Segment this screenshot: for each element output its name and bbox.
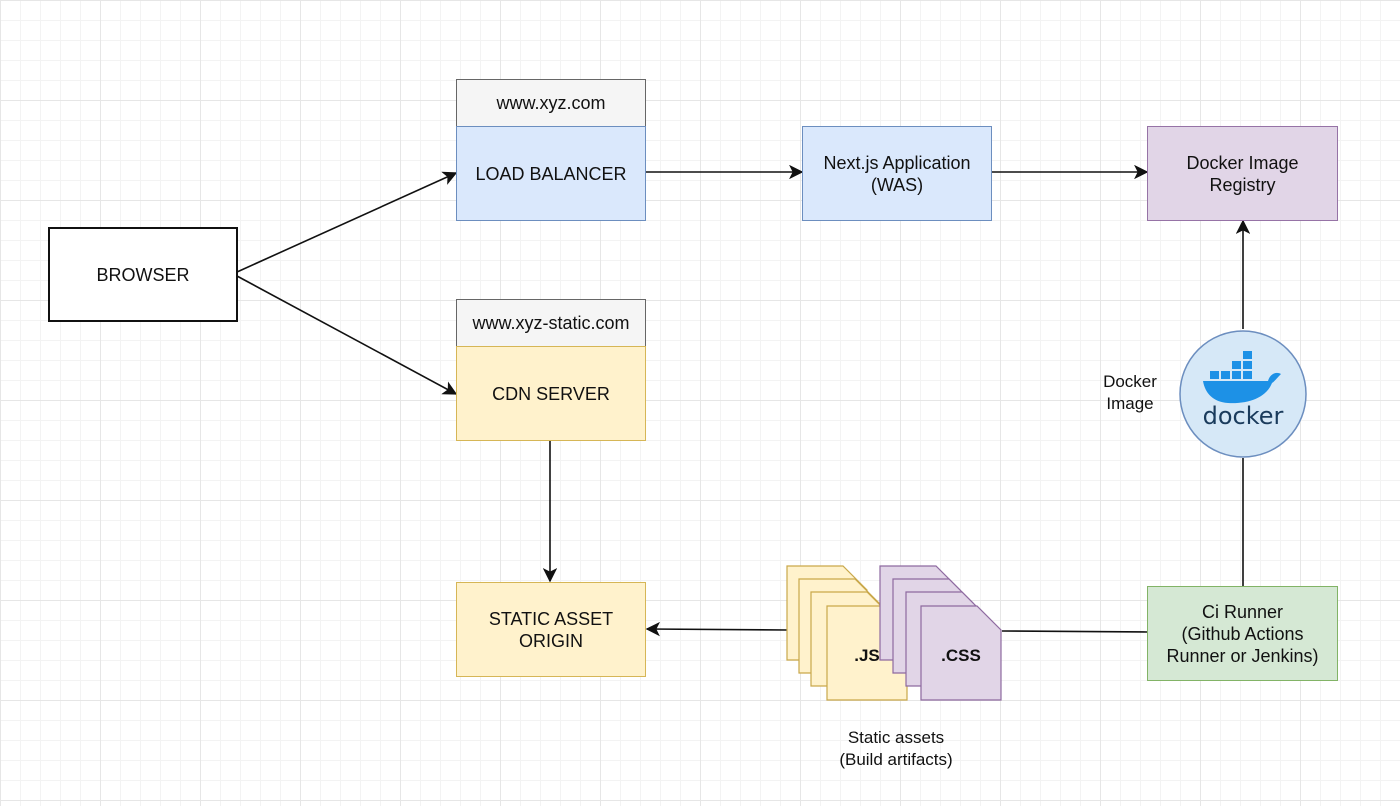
docker-logo-text: docker [1203,402,1284,430]
load-balancer-domain-header: www.xyz.com [456,79,646,127]
browser-node: BROWSER [48,227,238,322]
docker-image-label: Docker Image [1103,372,1157,413]
edge-browser-to-load-balancer [236,171,458,273]
cdn-domain-header: www.xyz-static.com [456,299,646,347]
edge-assets-to-static-origin [645,621,788,637]
cdn-server-node: CDN SERVER [456,346,646,441]
docker-image-registry-node: Docker Image Registry [1147,126,1338,221]
docker-node: docker [1179,330,1307,458]
ci-runner-node: Ci Runner (Github Actions Runner or Jenk… [1147,586,1338,681]
nextjs-application-node: Next.js Application (WAS) [802,126,992,221]
js-file-label: .JS [854,646,880,665]
edge-ci-runner-to-assets [1001,630,1148,633]
load-balancer-node: LOAD BALANCER [456,126,646,221]
edge-browser-to-cdn-server [236,275,458,395]
css-file-label: .CSS [941,646,981,665]
diagram-canvas: docker [236,164,1307,701]
static-asset-origin-node: STATIC ASSET ORIGIN [456,582,646,677]
static-assets-caption: Static assets (Build artifacts) [839,728,953,769]
